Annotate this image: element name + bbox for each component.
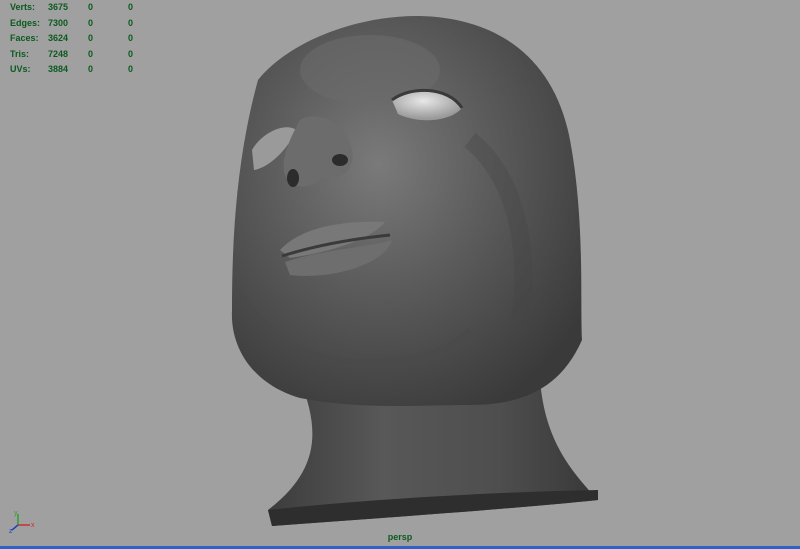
axis-x-label: x (31, 522, 35, 529)
camera-label: persp (387, 532, 413, 542)
perspective-viewport[interactable]: Verts: 3675 0 0 Edges: 7300 0 0 Faces: 3… (0, 0, 800, 549)
head-mesh-model[interactable] (0, 0, 800, 549)
axis-y-label: y (14, 510, 18, 517)
